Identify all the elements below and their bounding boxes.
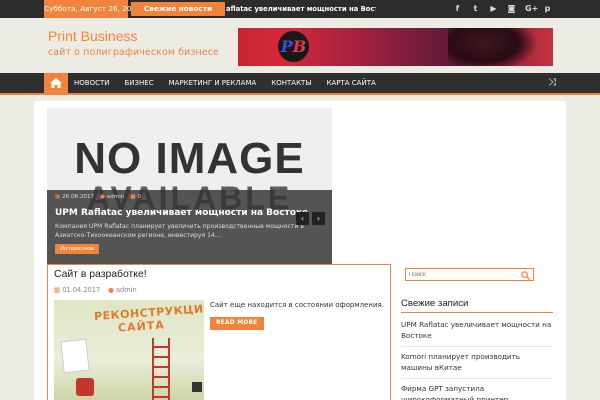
post-date: ▦ 01.04.2017 [54, 286, 100, 294]
home-button[interactable] [44, 73, 68, 93]
post-author[interactable]: ● admin [108, 286, 137, 294]
recent-post-item[interactable]: Фирма GPT запустила широкоформатный прин… [401, 384, 553, 400]
nav-item-marketing[interactable]: МАРКЕТИНГ И РЕКЛАМА [169, 73, 257, 93]
user-icon: ● [100, 194, 105, 200]
nav-item-business[interactable]: БИЗНЕС [125, 73, 154, 93]
comment-icon: ■ [130, 194, 136, 200]
instagram-icon[interactable]: ◙ [507, 0, 516, 18]
banner-logo: PB [278, 31, 309, 62]
featured-slider[interactable]: NO IMAGE AVAILABLE ▦ 26.08.2017 ● admin … [47, 108, 332, 264]
post-excerpt: Сайт еще находится в состоянии оформлени… [210, 301, 384, 309]
post-meta: ▦ 01.04.2017 ● admin [54, 286, 137, 294]
nav-menu: НОВОСТИ БИЗНЕС МАРКЕТИНГ И РЕКЛАМА КОНТА… [74, 73, 376, 93]
slide-date: ▦ 26.08.2017 [55, 194, 94, 200]
post-title[interactable]: Сайт в разработке! [54, 269, 147, 280]
nav-item-news[interactable]: НОВОСТИ [74, 73, 110, 93]
header-banner[interactable]: PB [238, 28, 553, 66]
fresh-news-label: Свежие новости [131, 2, 225, 16]
site-title[interactable]: Print Business [48, 28, 137, 44]
twitter-icon[interactable]: t [471, 0, 480, 18]
calendar-icon: ▦ [55, 194, 61, 200]
post-author-text: admin [115, 286, 137, 294]
slide-excerpt: Компания UPM Raflatac планирует увеличит… [55, 223, 304, 239]
home-icon [50, 78, 62, 88]
recent-posts-list: UPM Raflatac увеличивает мощности на Вос… [401, 320, 553, 400]
slider-prev-button[interactable]: ‹ [296, 212, 309, 225]
calendar-icon: ▦ [54, 286, 61, 294]
nav-item-contacts[interactable]: КОНТАКТЫ [271, 73, 311, 93]
random-post-icon[interactable]: ⤨ [548, 73, 556, 93]
main-nav: НОВОСТИ БИЗНЕС МАРКЕТИНГ И РЕКЛАМА КОНТА… [0, 73, 600, 95]
widget-divider [401, 312, 553, 313]
slide-author-text: admin [106, 194, 125, 200]
thumbnail-bucket [76, 378, 94, 396]
thumbnail-ladder [152, 338, 170, 400]
current-date: Суббота, Август 26, 2017 [44, 0, 141, 18]
thumbnail-badge-icon [192, 382, 202, 392]
search-icon[interactable] [521, 271, 530, 280]
top-bar: Суббота, Август 26, 2017 Свежие новости … [0, 0, 600, 18]
recent-post-item[interactable]: UPM Raflatac увеличивает мощности на Вос… [401, 320, 553, 347]
banner-illustration [448, 28, 538, 66]
pinterest-icon[interactable]: p [543, 0, 552, 18]
slide-title[interactable]: UPM Raflatac увеличивает мощности на Вос… [55, 208, 308, 218]
slide-comments-count: 0 [137, 194, 141, 200]
recent-post-item[interactable]: Komori планирует производить машины вКит… [401, 352, 553, 379]
nav-item-sitemap[interactable]: КАРТА САЙТА [327, 73, 376, 93]
news-ticker[interactable]: aflatac увеличивает мощности на Востоке … [226, 0, 376, 18]
post-date-text: 01.04.2017 [62, 286, 101, 294]
search-box [405, 268, 534, 281]
thumbnail-paper [60, 338, 90, 374]
no-image-placeholder: NO IMAGE [74, 134, 305, 183]
slide-meta: ▦ 26.08.2017 ● admin ■ 0 [55, 194, 141, 200]
social-links: f t ▶ ◙ G+ p [453, 0, 552, 18]
post-thumbnail[interactable]: РЕКОНСТРУКЦИЯ САЙТА [54, 300, 204, 400]
banner-logo-b: B [292, 37, 307, 56]
post-card: Сайт в разработке! ▦ 01.04.2017 ● admin … [47, 264, 391, 400]
search-input[interactable] [409, 270, 519, 280]
user-icon: ● [108, 286, 114, 294]
slide-author[interactable]: ● admin [100, 194, 124, 200]
site-description: сайт о полиграфическом бизнесе [48, 47, 219, 58]
slider-next-button[interactable]: › [312, 212, 325, 225]
banner-logo-p: P [280, 37, 293, 56]
google-plus-icon[interactable]: G+ [525, 0, 538, 18]
read-more-button[interactable]: READ MORE [210, 317, 264, 330]
recent-posts-title: Свежие записи [401, 298, 469, 309]
youtube-icon[interactable]: ▶ [489, 0, 498, 18]
slide-category-tag[interactable]: Интересное [55, 244, 99, 254]
slide-comments[interactable]: ■ 0 [130, 194, 141, 200]
slide-date-text: 26.08.2017 [62, 194, 95, 200]
facebook-icon[interactable]: f [453, 0, 462, 18]
